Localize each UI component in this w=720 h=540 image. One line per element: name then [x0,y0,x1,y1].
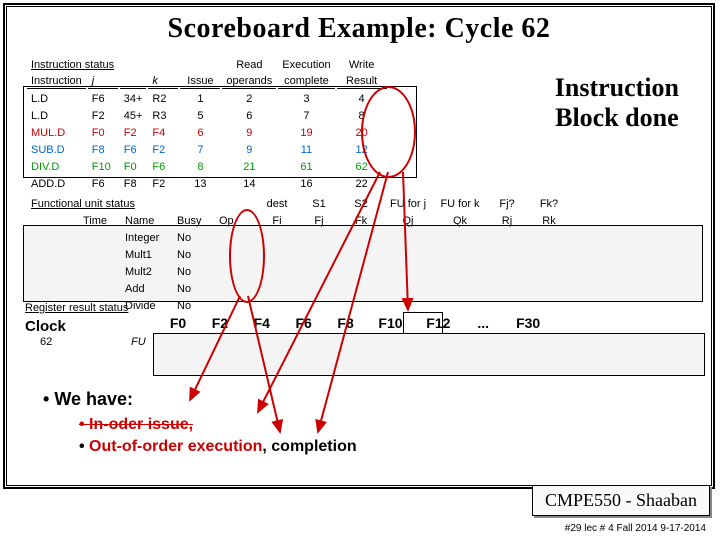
bullet-list: • We have: • In-oder issue, • Out-of-ord… [43,389,357,456]
clock-value: 62 [40,336,52,348]
clock-label: Clock [25,318,66,335]
bullet-3: • Out-of-order execution, completion [79,438,357,456]
hdr-exec: Execution [278,57,334,72]
slide-frame: Scoreboard Example: Cycle 62 Instruction… [3,3,715,489]
footer-box: CMPE550 - Shaaban [532,485,710,516]
bullet-1: • We have: [43,389,357,410]
oval-write-result [361,86,416,178]
hdr-write: Write [337,57,387,72]
footer-line: #29 lec # 4 Fall 2014 9-17-2014 [565,523,706,534]
fu-italic-label: FU [131,336,146,348]
reg-columns: F0 F2 F4 F6 F8 F10 F12 ... F30 [159,315,550,331]
hdr-read: Read [222,57,276,72]
block-done-text: Instruction Block done [555,73,679,133]
instr-box [23,86,417,178]
reg-box [153,333,705,376]
instr-status-label: Instruction status [27,57,178,72]
f10-highlight-box [403,312,443,334]
bullet-2-struck: • In-oder issue, [79,416,357,434]
reg-result-label: Register result status [25,302,128,314]
fu-status-label: Functional unit status [27,196,171,211]
functional-unit-table: Functional unit status dest S1 S2 FU for… [25,194,571,315]
oval-busy-no [229,209,265,303]
